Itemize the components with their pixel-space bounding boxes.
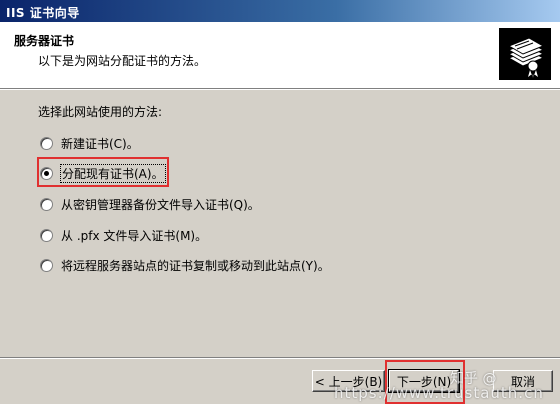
radio-button[interactable] xyxy=(40,136,53,150)
option-import-keymanager-backup[interactable]: 从密钥管理器备份文件导入证书(Q)。 xyxy=(40,196,260,212)
option-new-certificate[interactable]: 新建证书(C)。 xyxy=(40,135,139,151)
option-copy-remote-certificate[interactable]: 将远程服务器站点的证书复制或移动到此站点(Y)。 xyxy=(40,257,330,273)
window-title: IIS 证书向导 xyxy=(6,6,80,20)
option-label[interactable]: 分配现有证书(A)。 xyxy=(60,163,166,183)
radio-button-selected[interactable] xyxy=(40,166,53,180)
page-subtitle: 以下是为网站分配证书的方法。 xyxy=(38,54,207,68)
option-assign-existing-certificate[interactable]: 分配现有证书(A)。 xyxy=(40,163,166,183)
option-import-pfx[interactable]: 从 .pfx 文件导入证书(M)。 xyxy=(40,227,207,243)
wizard-header: 服务器证书 以下是为网站分配证书的方法。 xyxy=(0,22,560,89)
option-label[interactable]: 从 .pfx 文件导入证书(M)。 xyxy=(61,227,207,244)
certificate-stack-icon xyxy=(499,28,551,80)
window-titlebar[interactable]: IIS 证书向导 xyxy=(0,0,560,22)
radio-button[interactable] xyxy=(40,228,53,242)
cancel-button[interactable]: 取消 xyxy=(493,370,553,392)
method-prompt: 选择此网站使用的方法: xyxy=(38,105,163,119)
header-divider xyxy=(0,89,560,90)
radio-button[interactable] xyxy=(40,197,53,211)
next-button[interactable]: 下一步(N) xyxy=(388,369,460,393)
footer-divider xyxy=(0,357,560,359)
option-label[interactable]: 从密钥管理器备份文件导入证书(Q)。 xyxy=(61,196,260,213)
back-button[interactable]: < 上一步(B) xyxy=(312,370,385,392)
option-label[interactable]: 将远程服务器站点的证书复制或移动到此站点(Y)。 xyxy=(61,257,330,274)
radio-button[interactable] xyxy=(40,258,53,272)
option-label[interactable]: 新建证书(C)。 xyxy=(61,135,139,152)
page-title: 服务器证书 xyxy=(14,34,75,48)
